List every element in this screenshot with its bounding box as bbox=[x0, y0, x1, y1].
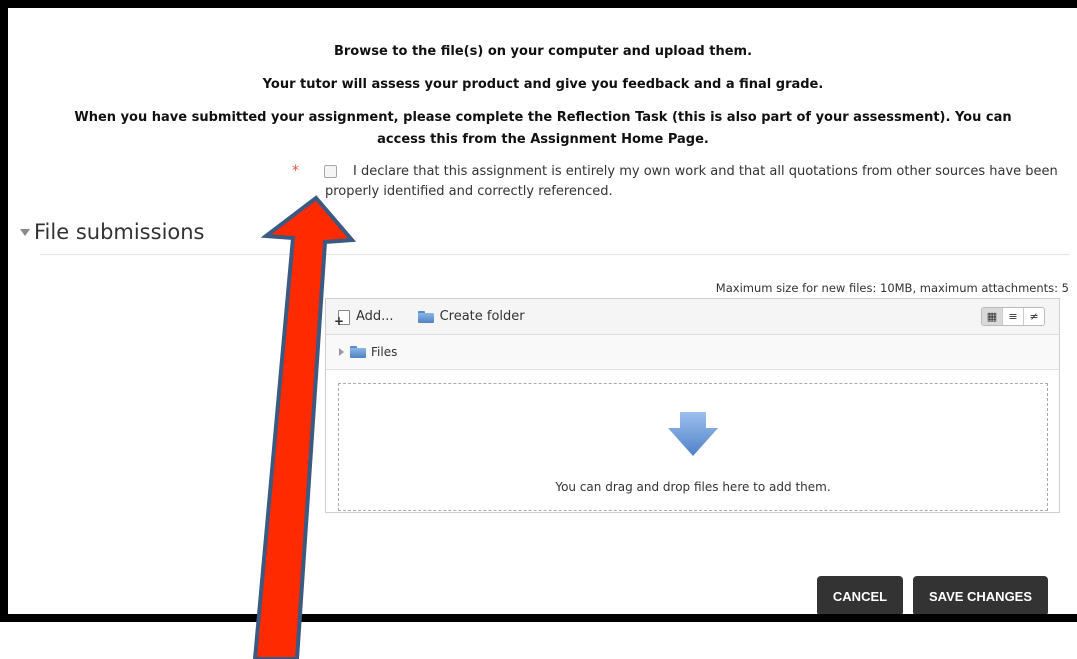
red-arrow-shape bbox=[252, 195, 357, 659]
red-pointer-arrow bbox=[252, 195, 357, 659]
